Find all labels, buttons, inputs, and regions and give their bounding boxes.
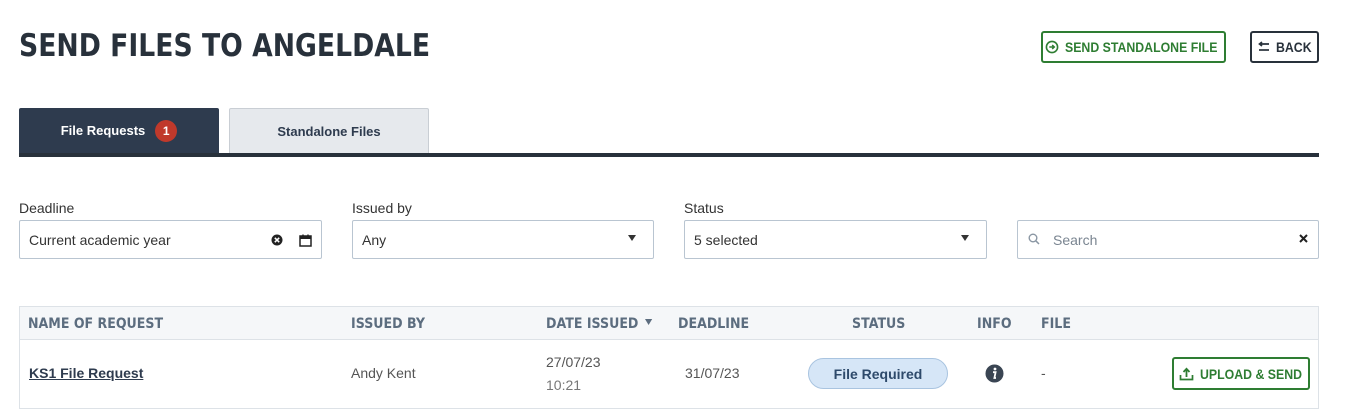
caret-down-icon: [961, 235, 969, 241]
column-header-info: INFO: [977, 316, 1012, 332]
column-header-name[interactable]: NAME OF REQUEST: [28, 316, 163, 332]
tab-file-requests[interactable]: File Requests 1: [19, 108, 219, 153]
send-standalone-file-label: SEND STANDALONE FILE: [1064, 39, 1218, 55]
upload-icon: [1179, 366, 1193, 380]
column-header-issued-by[interactable]: ISSUED BY: [351, 316, 425, 332]
status-select-value: 5 selected: [694, 231, 758, 248]
date-issued-cell: 27/07/23: [546, 354, 601, 370]
send-standalone-file-button[interactable]: SEND STANDALONE FILE: [1041, 31, 1226, 63]
status-select[interactable]: 5 selected: [684, 220, 987, 259]
tab-standalone-files-label: Standalone Files: [277, 123, 381, 139]
issued-by-filter-label: Issued by: [352, 200, 412, 216]
table-header: NAME OF REQUEST ISSUED BY DATE ISSUED DE…: [20, 307, 1318, 340]
upload-and-send-label: UPLOAD & SEND: [1199, 365, 1302, 382]
tab-bar: File Requests 1 Standalone Files: [19, 108, 1319, 157]
table-row: KS1 File Request Andy Kent 27/07/23 10:2…: [20, 341, 1318, 409]
back-arrow-icon: [1257, 41, 1269, 51]
back-button[interactable]: BACK: [1250, 31, 1319, 63]
deadline-filter[interactable]: Current academic year: [19, 220, 322, 259]
tab-file-requests-label: File Requests: [60, 123, 146, 138]
close-icon[interactable]: [1298, 233, 1309, 244]
requests-table: NAME OF REQUEST ISSUED BY DATE ISSUED DE…: [19, 306, 1319, 409]
upload-and-send-button[interactable]: UPLOAD & SEND: [1172, 357, 1310, 390]
request-name-link[interactable]: KS1 File Request: [29, 365, 143, 381]
deadline-cell: 31/07/23: [685, 365, 740, 381]
column-header-date-issued-label: DATE ISSUED: [546, 316, 639, 332]
clear-circle-icon[interactable]: [271, 234, 283, 246]
column-header-file: FILE: [1041, 316, 1071, 332]
info-icon[interactable]: [985, 364, 1004, 383]
status-badge: File Required: [808, 358, 948, 389]
search-placeholder: Search: [1053, 232, 1098, 248]
issued-by-select-value: Any: [362, 231, 387, 248]
caret-down-icon: [628, 235, 636, 241]
deadline-filter-value: Current academic year: [29, 231, 171, 248]
issued-by-cell: Andy Kent: [351, 365, 416, 381]
issued-by-select[interactable]: Any: [352, 220, 654, 259]
tab-standalone-files[interactable]: Standalone Files: [229, 108, 429, 153]
time-issued-cell: 10:21: [546, 377, 582, 393]
page-title: SEND FILES TO ANGELDALE: [19, 28, 431, 64]
status-filter-label: Status: [684, 200, 724, 216]
column-header-status[interactable]: STATUS: [852, 316, 905, 332]
search-input[interactable]: Search: [1017, 220, 1319, 259]
sort-down-icon: [644, 319, 652, 325]
search-icon: [1028, 233, 1040, 245]
back-label: BACK: [1275, 39, 1312, 55]
file-requests-count-badge: 1: [155, 119, 178, 142]
column-header-date-issued[interactable]: DATE ISSUED: [546, 316, 652, 332]
file-cell: -: [1041, 365, 1046, 381]
calendar-icon[interactable]: [299, 234, 312, 247]
deadline-filter-label: Deadline: [19, 200, 75, 216]
column-header-deadline[interactable]: DEADLINE: [678, 316, 749, 332]
send-circle-icon: [1045, 40, 1059, 54]
